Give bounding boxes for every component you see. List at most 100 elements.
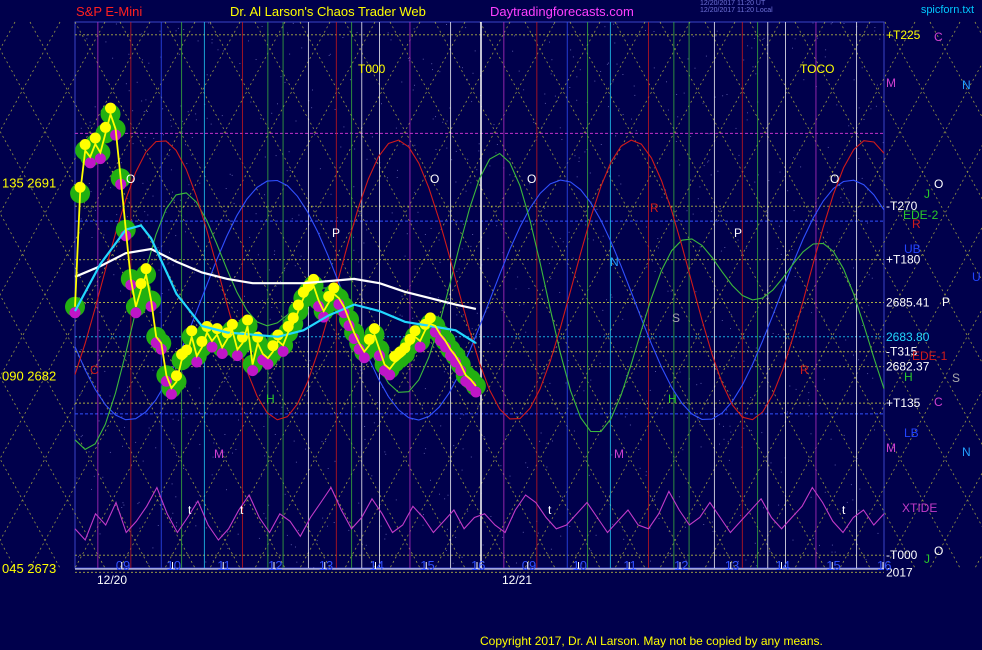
star-dot bbox=[178, 53, 180, 55]
star-dot bbox=[366, 158, 368, 160]
high-dot bbox=[79, 138, 91, 150]
star-dot bbox=[595, 534, 597, 536]
star-dot bbox=[180, 199, 182, 201]
instrument-title: S&P E-Mini bbox=[76, 4, 143, 19]
star-dot bbox=[551, 246, 553, 248]
star-dot bbox=[287, 410, 289, 412]
star-dot bbox=[86, 38, 88, 40]
star-dot bbox=[795, 388, 797, 390]
star-dot bbox=[185, 144, 186, 146]
star-dot bbox=[682, 449, 684, 451]
star-dot bbox=[283, 270, 285, 272]
star-dot bbox=[127, 386, 129, 388]
star-dot bbox=[830, 23, 832, 25]
star-dot bbox=[699, 246, 701, 248]
star-dot bbox=[142, 182, 144, 184]
x-tick-label: 16 bbox=[877, 558, 891, 573]
star-dot bbox=[482, 544, 484, 546]
star-dot bbox=[868, 274, 870, 276]
star-dot bbox=[231, 174, 233, 176]
star-dot bbox=[102, 476, 104, 478]
star-dot bbox=[572, 56, 574, 58]
star-dot bbox=[402, 143, 404, 145]
star-dot bbox=[258, 537, 260, 539]
star-dot bbox=[700, 446, 702, 448]
side-label: XTIDE bbox=[902, 501, 937, 515]
star-dot bbox=[155, 447, 157, 449]
star-dot bbox=[414, 268, 416, 270]
star-dot bbox=[623, 538, 625, 540]
star-dot bbox=[324, 441, 326, 442]
star-dot bbox=[831, 551, 833, 553]
star-dot bbox=[752, 66, 754, 68]
star-dot bbox=[729, 425, 731, 427]
star-dot bbox=[329, 53, 331, 55]
star-dot bbox=[263, 426, 265, 427]
star-dot bbox=[168, 289, 170, 291]
star-dot bbox=[126, 216, 128, 218]
star-dot bbox=[870, 108, 872, 110]
star-dot bbox=[606, 299, 607, 301]
fan-line bbox=[704, 63, 982, 569]
star-dot bbox=[537, 532, 539, 534]
star-dot bbox=[845, 339, 847, 341]
star-dot bbox=[442, 121, 444, 123]
star-dot bbox=[730, 313, 732, 315]
star-dot bbox=[808, 459, 810, 461]
star-dot bbox=[359, 213, 361, 215]
star-dot bbox=[173, 199, 175, 201]
star-dot bbox=[158, 269, 160, 271]
star-dot bbox=[384, 538, 386, 540]
star-dot bbox=[238, 419, 239, 421]
star-dot bbox=[170, 125, 172, 127]
star-dot bbox=[793, 157, 794, 159]
data-file: spicforn.txt bbox=[920, 4, 974, 16]
star-dot bbox=[365, 544, 367, 546]
star-dot bbox=[293, 440, 295, 442]
star-dot bbox=[772, 333, 774, 334]
star-dot bbox=[446, 120, 448, 122]
chart-marker: O bbox=[126, 172, 135, 186]
star-dot bbox=[620, 183, 622, 185]
star-dot bbox=[166, 201, 168, 203]
star-dot bbox=[687, 417, 688, 419]
star-dot bbox=[589, 172, 591, 174]
star-dot bbox=[874, 30, 876, 32]
star-dot bbox=[792, 539, 794, 541]
star-dot bbox=[123, 504, 125, 506]
star-dot bbox=[472, 234, 474, 235]
star-dot bbox=[447, 494, 449, 496]
star-dot bbox=[754, 542, 756, 544]
star-dot bbox=[622, 74, 624, 75]
star-dot bbox=[477, 405, 479, 407]
chart-window: 135 2691 090 2682 045 2673 +T225 -T270 +T180 2… bbox=[0, 0, 982, 650]
star-dot bbox=[421, 404, 423, 406]
star-dot bbox=[305, 448, 307, 450]
star-dot bbox=[274, 250, 276, 252]
star-dot bbox=[430, 228, 432, 229]
star-dot bbox=[872, 203, 874, 205]
star-dot bbox=[350, 79, 351, 81]
site-link[interactable]: Daytradingforecasts.com bbox=[490, 4, 634, 19]
star-dot bbox=[263, 513, 265, 515]
star-dot bbox=[523, 35, 525, 37]
star-dot bbox=[88, 183, 90, 184]
star-dot bbox=[343, 126, 345, 128]
star-dot bbox=[794, 38, 796, 40]
star-dot bbox=[162, 108, 164, 110]
star-dot bbox=[354, 148, 356, 150]
star-dot bbox=[819, 544, 820, 546]
star-dot bbox=[435, 149, 437, 150]
star-dot bbox=[684, 526, 686, 528]
star-dot bbox=[711, 521, 713, 523]
star-dot bbox=[753, 38, 755, 39]
star-dot bbox=[489, 165, 491, 167]
star-dot bbox=[793, 210, 795, 212]
star-dot bbox=[462, 448, 464, 450]
star-dot bbox=[206, 74, 208, 76]
star-dot bbox=[348, 529, 350, 531]
star-dot bbox=[183, 417, 185, 419]
star-dot bbox=[614, 42, 616, 44]
star-dot bbox=[334, 460, 336, 462]
star-dot bbox=[791, 249, 793, 250]
